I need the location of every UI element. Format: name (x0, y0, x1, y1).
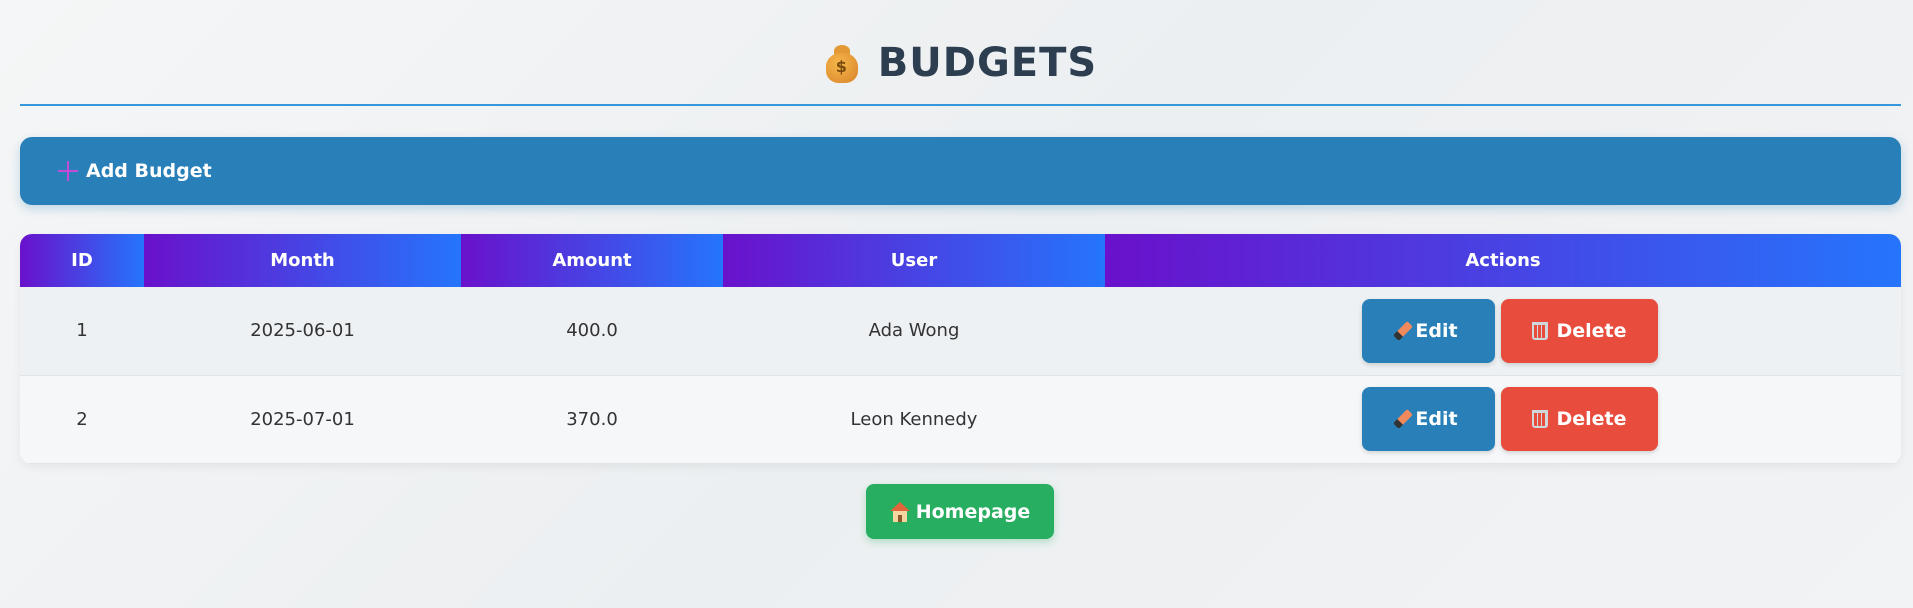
delete-label: Delete (1556, 319, 1627, 342)
pencil-icon (1393, 320, 1414, 341)
add-budget-label: Add Budget (86, 160, 212, 182)
column-header-id: ID (20, 234, 144, 287)
edit-label: Edit (1415, 319, 1458, 342)
cell-month: 2025-07-01 (144, 375, 461, 464)
table-row: 2 2025-07-01 370.0 Leon Kennedy Edit Del… (20, 375, 1901, 464)
trash-icon (1532, 410, 1549, 428)
cell-actions: Edit Delete (1105, 287, 1901, 376)
cell-amount: 370.0 (461, 375, 723, 464)
cell-amount: 400.0 (461, 287, 723, 376)
trash-icon (1532, 321, 1549, 340)
delete-button[interactable]: Delete (1501, 387, 1658, 451)
delete-button[interactable]: Delete (1501, 298, 1658, 363)
cell-actions: Edit Delete (1105, 375, 1901, 464)
pencil-icon (1393, 409, 1414, 429)
page-header: $ BUDGETS (20, 30, 1901, 106)
cell-user: Leon Kennedy (723, 375, 1105, 464)
page-title: $ BUDGETS (824, 40, 1097, 86)
cell-id: 1 (20, 287, 144, 376)
edit-label: Edit (1415, 408, 1458, 430)
column-header-user: User (723, 234, 1105, 287)
column-header-actions: Actions (1105, 234, 1901, 287)
homepage-button[interactable]: Homepage (866, 484, 1054, 539)
delete-label: Delete (1556, 408, 1627, 430)
table-header-row: ID Month Amount User Actions (20, 234, 1901, 287)
page-title-text: BUDGETS (877, 40, 1098, 86)
edit-button[interactable]: Edit (1362, 387, 1495, 451)
cell-user: Ada Wong (723, 287, 1105, 376)
house-icon (889, 501, 910, 522)
column-header-month: Month (144, 234, 461, 287)
cell-id: 2 (20, 375, 144, 464)
money-bag-icon: $ (824, 43, 860, 83)
homepage-label: Homepage (915, 500, 1031, 523)
budgets-table: ID Month Amount User Actions 1 2025-06-0… (20, 234, 1901, 464)
add-budget-button[interactable]: Add Budget (20, 137, 1901, 205)
table-row: 1 2025-06-01 400.0 Ada Wong Edit Delete (20, 287, 1901, 376)
column-header-amount: Amount (461, 234, 723, 287)
cell-month: 2025-06-01 (144, 287, 461, 376)
plus-icon (58, 161, 78, 181)
edit-button[interactable]: Edit (1362, 298, 1495, 363)
